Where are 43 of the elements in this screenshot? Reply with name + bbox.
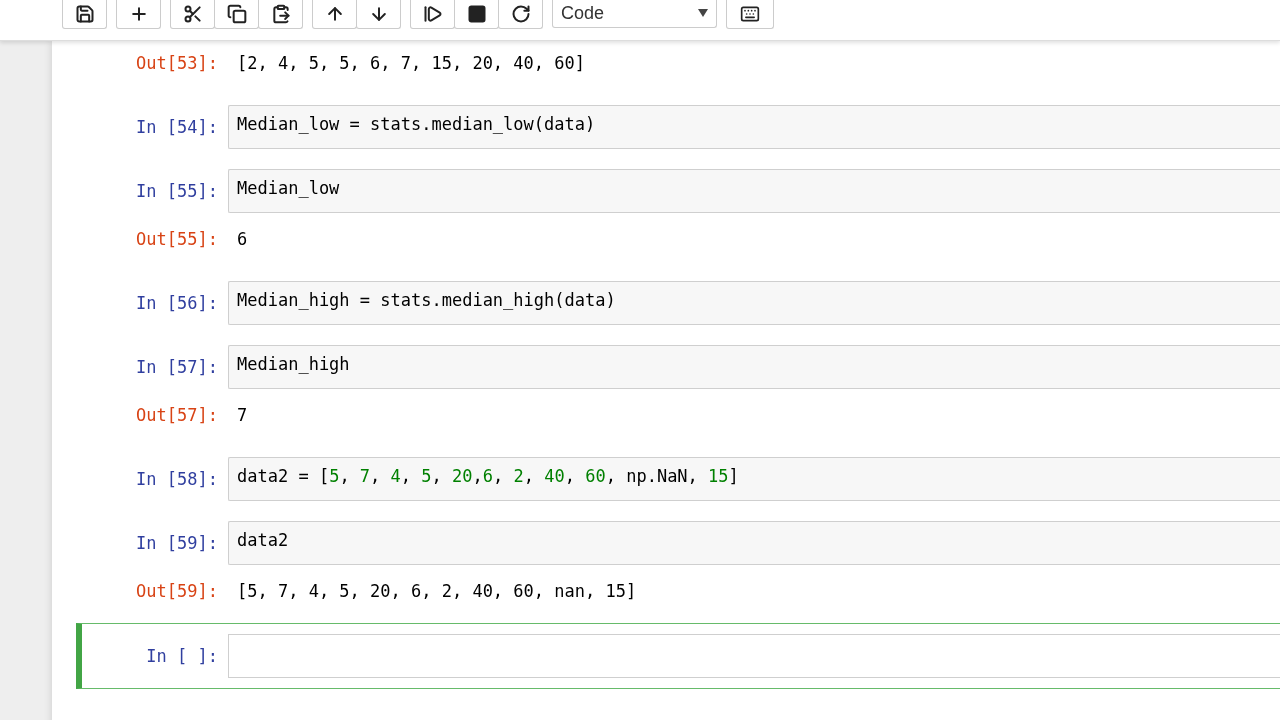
code-input[interactable]: Median_high = stats.median_high(data) bbox=[228, 281, 1280, 325]
output-prompt: Out[59]: bbox=[135, 581, 219, 601]
save-button[interactable] bbox=[62, 0, 107, 29]
input-prompt: In [ ]: bbox=[145, 646, 219, 666]
paste-button[interactable] bbox=[258, 0, 303, 29]
output-prompt: Out[53]: bbox=[135, 53, 219, 73]
output-text: [5, 7, 4, 5, 20, 6, 2, 40, 60, nan, 15] bbox=[236, 581, 637, 601]
run-button[interactable] bbox=[410, 0, 455, 29]
copy-icon bbox=[226, 3, 247, 24]
insert-cell-button[interactable] bbox=[116, 0, 161, 29]
output-prompt: Out[55]: bbox=[135, 229, 219, 249]
input-prompt: In [54]: bbox=[135, 117, 219, 137]
cut-button[interactable] bbox=[170, 0, 215, 29]
input-prompt: In [59]: bbox=[135, 533, 219, 553]
input-prompt: In [55]: bbox=[135, 181, 219, 201]
code-input[interactable]: Median_low bbox=[228, 169, 1280, 213]
code-input[interactable]: data2 bbox=[228, 521, 1280, 565]
restart-icon bbox=[510, 3, 531, 24]
input-prompt: In [58]: bbox=[135, 469, 219, 489]
cut-icon bbox=[182, 3, 203, 24]
code-input[interactable]: Median_low = stats.median_low(data) bbox=[228, 105, 1280, 149]
input-prompt: In [57]: bbox=[135, 357, 219, 377]
move-down-button[interactable] bbox=[356, 0, 401, 29]
restart-button[interactable] bbox=[498, 0, 543, 29]
interrupt-button[interactable] bbox=[454, 0, 499, 29]
keyboard-button[interactable] bbox=[726, 0, 774, 29]
move-up-button[interactable] bbox=[312, 0, 357, 29]
copy-button[interactable] bbox=[214, 0, 259, 29]
step-forward-icon bbox=[422, 3, 443, 24]
cell-type-dropdown[interactable]: Code bbox=[552, 0, 717, 28]
output-text: 6 bbox=[236, 229, 248, 249]
input-prompt: In [56]: bbox=[135, 293, 219, 313]
stop-icon bbox=[466, 3, 487, 24]
code-input[interactable]: data2 = [5, 7, 4, 5, 20,6, 2, 40, 60, np.NaN, 15] bbox=[228, 457, 1280, 501]
code-input[interactable] bbox=[228, 634, 1280, 678]
caret-icon bbox=[698, 9, 708, 17]
code-input[interactable]: Median_high bbox=[228, 345, 1280, 389]
output-prompt: Out[57]: bbox=[135, 405, 219, 425]
output-text: [2, 4, 5, 5, 6, 7, 15, 20, 40, 60] bbox=[236, 53, 585, 73]
selected-cell[interactable]: In [ ]: bbox=[76, 623, 1280, 689]
paste-icon bbox=[270, 3, 291, 24]
save-icon bbox=[74, 3, 95, 24]
output-text: 7 bbox=[236, 405, 248, 425]
